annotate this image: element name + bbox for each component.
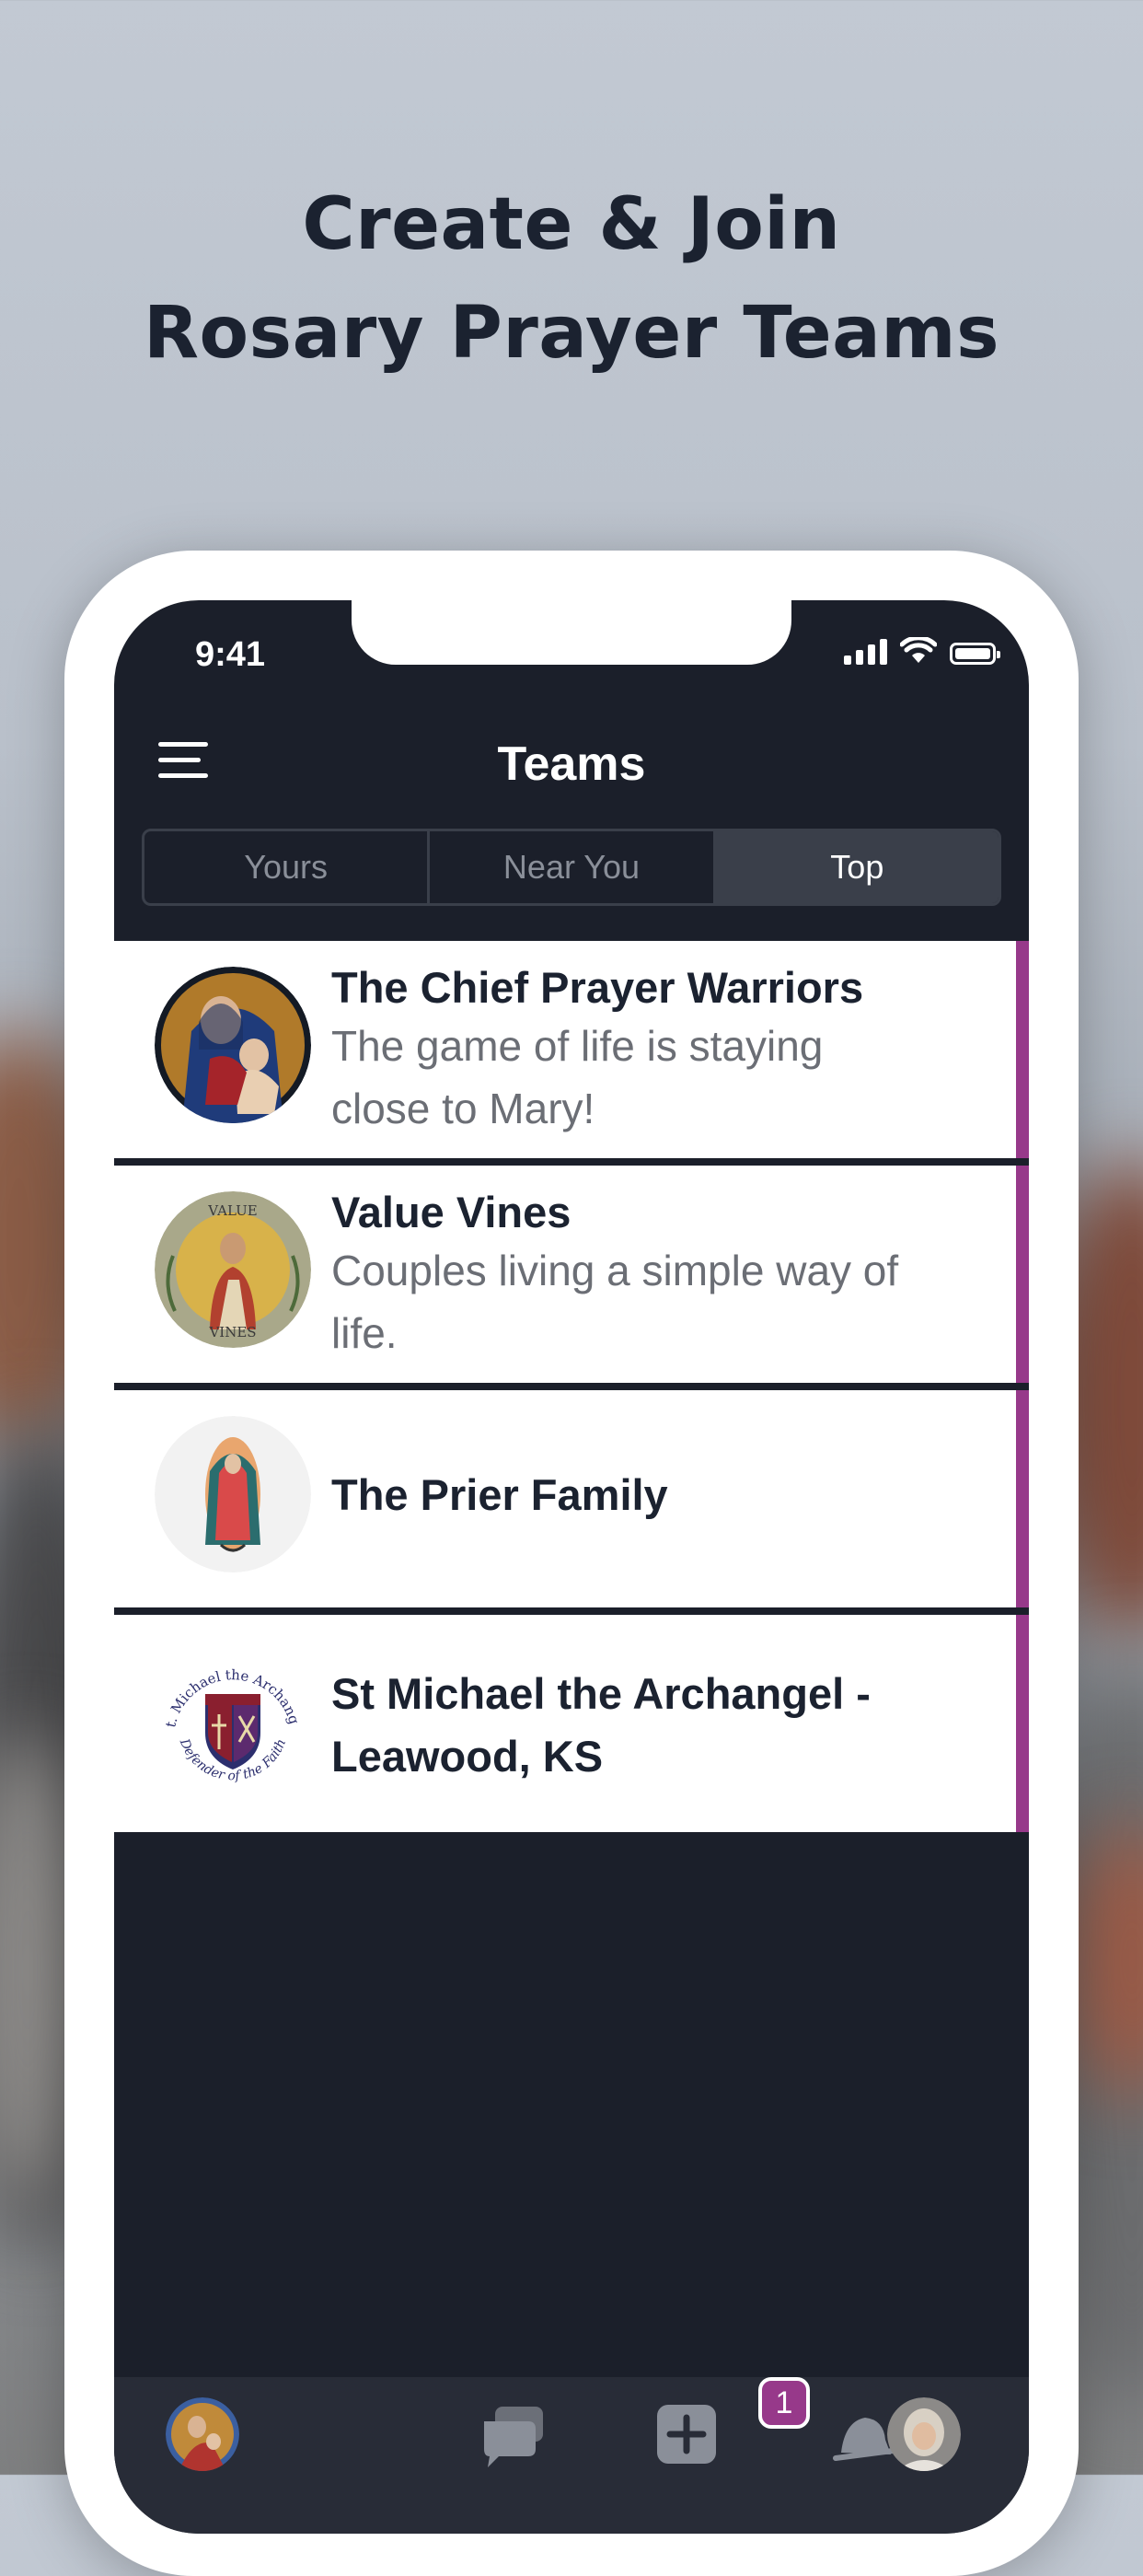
- segment-top[interactable]: Top: [715, 831, 999, 903]
- notifications-icon[interactable]: [823, 2397, 896, 2471]
- svg-text:VINES: VINES: [208, 1324, 256, 1340]
- team-name: Value Vines: [331, 1188, 572, 1236]
- profile-avatar[interactable]: [887, 2397, 961, 2471]
- team-name: The Chief Prayer Warriors: [331, 963, 864, 1012]
- team-name: St Michael the Archangel - Leawood, KS: [331, 1669, 871, 1781]
- svg-text:VALUE: VALUE: [207, 1202, 257, 1219]
- status-time: 9:41: [195, 635, 266, 674]
- our-lady-of-guadalupe-icon: [155, 1416, 311, 1572]
- home-icon[interactable]: [166, 2397, 239, 2471]
- battery-icon: [950, 643, 1000, 665]
- headline-line-1: Create & Join: [302, 183, 841, 266]
- cellular-signal-icon: [844, 639, 887, 665]
- chat-icon[interactable]: [479, 2397, 552, 2471]
- team-card-prier-family[interactable]: The Prier Family: [114, 1390, 1029, 1607]
- phone-screen: 9:41 Teams Yours Near You Top The Chief …: [114, 600, 1029, 2534]
- notification-badge: 1: [758, 2377, 810, 2429]
- segment-yours[interactable]: Yours: [144, 831, 431, 903]
- wifi-icon: [900, 637, 937, 663]
- team-list: The Chief Prayer Warriors The game of li…: [114, 941, 1029, 1839]
- team-card-st-michael[interactable]: St. Michael the Archangel Defender of th…: [114, 1615, 1029, 1832]
- tab-bar: 1: [114, 2377, 1029, 2534]
- madonna-and-child-icon: [155, 967, 311, 1123]
- team-description: The game of life is staying close to Mar…: [331, 1022, 824, 1132]
- add-icon[interactable]: [650, 2397, 723, 2471]
- team-card-chief-prayer-warriors[interactable]: The Chief Prayer Warriors The game of li…: [114, 941, 1029, 1158]
- segment-near-you[interactable]: Near You: [430, 831, 716, 903]
- status-icons: [844, 637, 1000, 665]
- team-name: The Prier Family: [331, 1470, 668, 1519]
- nav-bar: Teams: [114, 711, 1029, 812]
- page-title: Teams: [497, 737, 646, 791]
- value-vines-logo: VALUE VINES: [155, 1191, 311, 1348]
- marketing-headline: Create & Join Rosary Prayer Teams: [0, 170, 1143, 388]
- st-michael-crest: St. Michael the Archangel Defender of th…: [155, 1641, 311, 1797]
- team-card-value-vines[interactable]: VALUE VINES Value Vines Couples living a…: [114, 1166, 1029, 1383]
- team-description: Couples living a simple way of life.: [331, 1247, 899, 1357]
- team-filter-segmented-control: Yours Near You Top: [142, 829, 1001, 906]
- headline-line-2: Rosary Prayer Teams: [144, 292, 999, 375]
- phone-notch: [352, 600, 791, 665]
